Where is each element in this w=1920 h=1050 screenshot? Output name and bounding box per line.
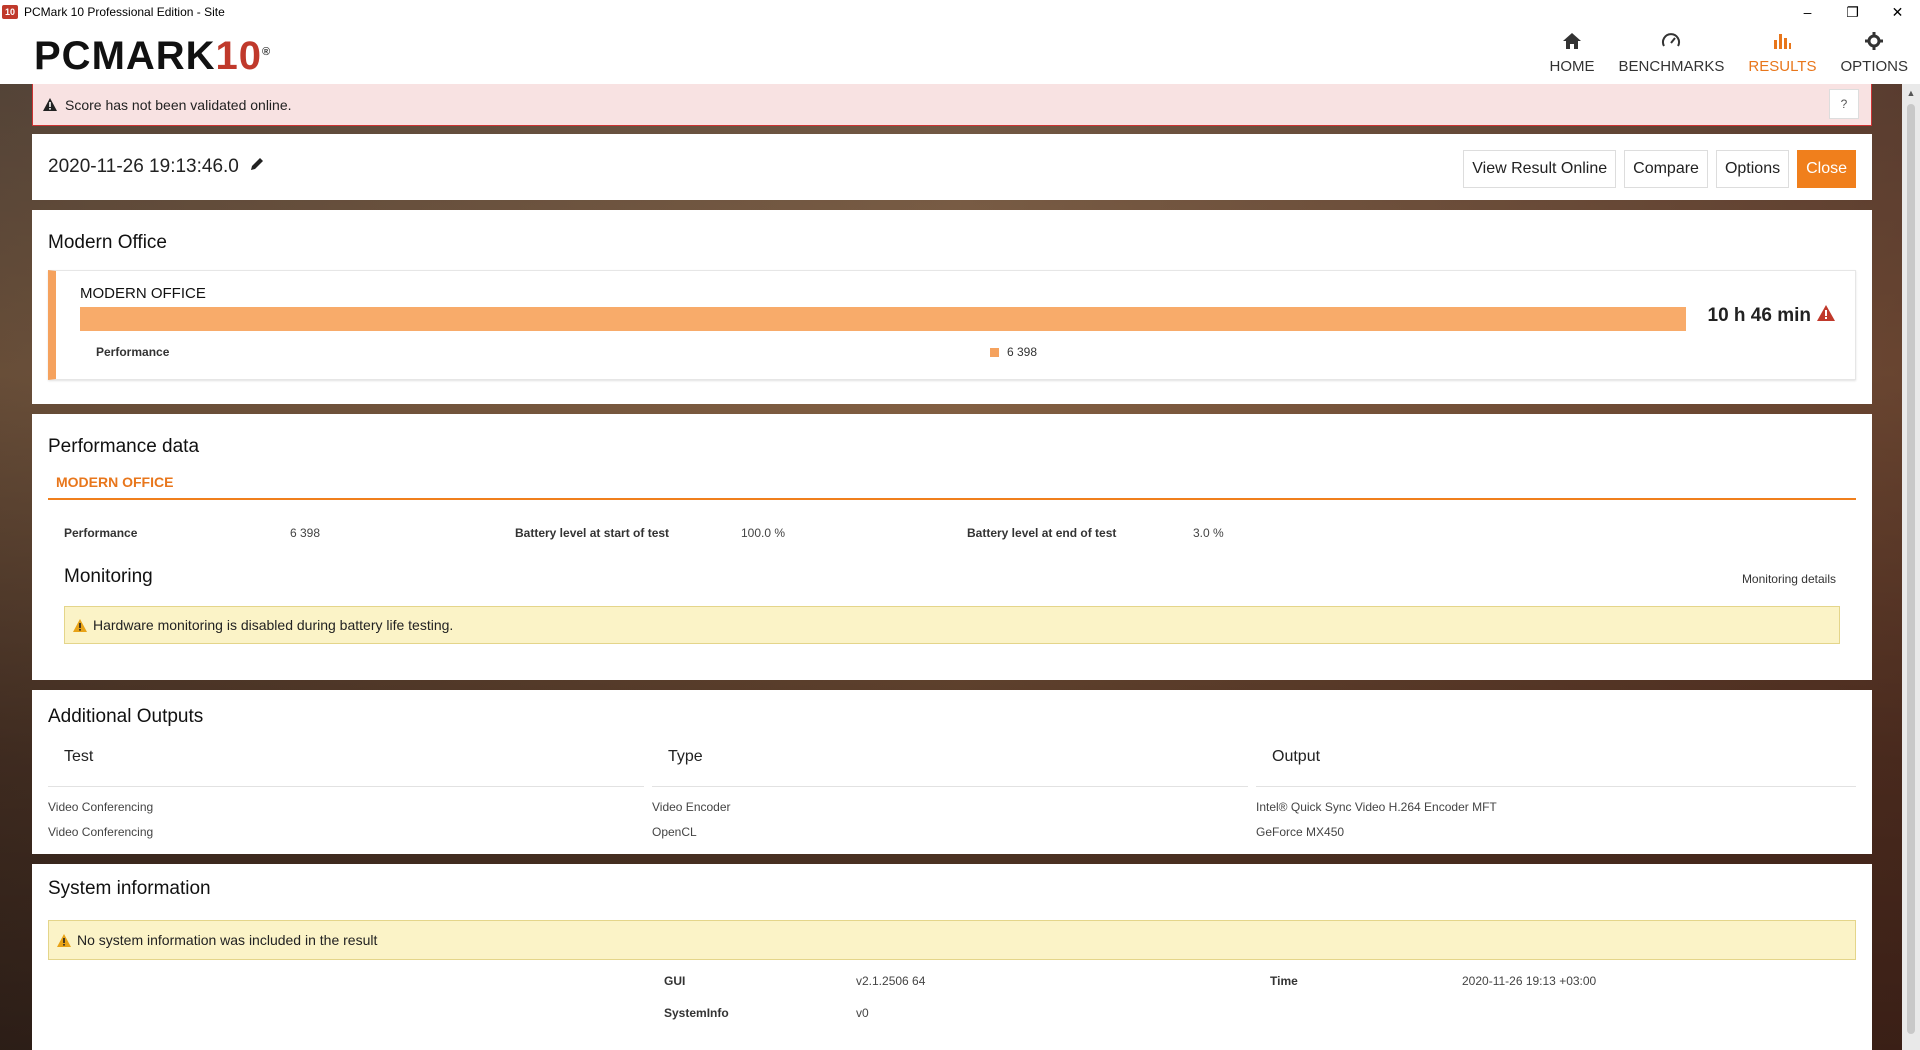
header-divider [48, 786, 644, 787]
tab-modern-office[interactable]: MODERN OFFICE [56, 474, 173, 490]
result-date-text: 2020-11-26 19:13:46.0 [48, 156, 239, 177]
time-value: 2020-11-26 19:13 +03:00 [1462, 974, 1597, 988]
minimize-button[interactable]: – [1785, 0, 1830, 24]
vertical-scrollbar[interactable]: ▲ [1902, 84, 1920, 1050]
performance-label: Performance [96, 345, 170, 359]
table-cell: OpenCL [652, 825, 697, 839]
header-divider [1256, 786, 1856, 787]
app-icon: 10 [2, 5, 18, 19]
scroll-thumb[interactable] [1907, 104, 1915, 1034]
performance-value: 6 398 [1007, 345, 1038, 359]
kv-value: 100.0 % [741, 526, 786, 540]
header-divider [652, 786, 1248, 787]
restore-button[interactable]: ❐ [1830, 0, 1875, 24]
logo-registered: ® [262, 46, 272, 58]
pcmark-logo: PCMARK10® [34, 36, 271, 76]
nav-results-label: RESULTS [1748, 58, 1817, 75]
monitoring-title: Monitoring [64, 566, 153, 587]
modern-office-panel: Modern Office MODERN OFFICE 10 h 46 min … [32, 210, 1872, 404]
bar-chart-icon [1772, 30, 1792, 52]
nav-options-label: OPTIONS [1840, 58, 1908, 75]
column-header-output: Output [1272, 748, 1321, 765]
score-value: 10 h 46 min [1707, 305, 1835, 327]
table-cell: Video Conferencing [48, 825, 154, 839]
logo-number: 10 [215, 34, 263, 78]
close-result-button[interactable]: Close [1797, 150, 1856, 188]
score-bar [80, 307, 1686, 331]
systeminfo-value: v0 [856, 1006, 869, 1020]
scroll-up-arrow-icon[interactable]: ▲ [1902, 84, 1920, 102]
system-information-panel: System information No system information… [32, 864, 1872, 1050]
gui-value: v2.1.2506 64 [856, 974, 926, 988]
table-cell: Intel® Quick Sync Video H.264 Encoder MF… [1256, 800, 1497, 814]
edit-pencil-icon[interactable] [249, 156, 265, 178]
title-bar: 10 PCMark 10 Professional Edition - Site… [0, 0, 1920, 24]
system-info-notice-text: No system information was included in th… [77, 932, 378, 948]
warning-icon [73, 618, 87, 632]
additional-outputs-title: Additional Outputs [48, 706, 204, 727]
additional-outputs-panel: Additional Outputs Test Type Output Vide… [32, 690, 1872, 854]
options-button[interactable]: Options [1715, 150, 1790, 188]
nav-home[interactable]: HOME [1538, 30, 1607, 84]
modern-office-card: MODERN OFFICE 10 h 46 min Performance 6 … [48, 270, 1856, 380]
monitoring-notice-text: Hardware monitoring is disabled during b… [93, 617, 454, 633]
home-icon [1562, 30, 1582, 52]
window-controls: – ❐ ✕ [1785, 0, 1920, 24]
result-date: 2020-11-26 19:13:46.0 [48, 156, 265, 178]
system-info-notice: No system information was included in th… [48, 920, 1856, 960]
system-information-title: System information [48, 878, 211, 899]
app-header: PCMARK10® HOME BENCHMARKS RESULTS OPTION… [0, 24, 1920, 84]
performance-data-panel: Performance data MODERN OFFICE Performan… [32, 414, 1872, 680]
kv-battery-end: Battery level at end of test 3.0 % [967, 526, 1224, 540]
nav-benchmarks[interactable]: BENCHMARKS [1607, 30, 1737, 84]
validation-alert: Score has not been validated online. ? [32, 84, 1872, 126]
score-warning-icon [1817, 305, 1835, 327]
close-window-button[interactable]: ✕ [1875, 0, 1920, 24]
gauge-icon [1661, 30, 1681, 52]
kv-battery-start: Battery level at start of test 100.0 % [515, 526, 785, 540]
kv-value: 3.0 % [1193, 526, 1224, 540]
performance-swatch [990, 347, 999, 357]
column-header-type: Type [668, 748, 703, 765]
compare-button[interactable]: Compare [1624, 150, 1708, 188]
modern-office-title: Modern Office [48, 232, 167, 253]
kv-label: Battery level at start of test [515, 526, 670, 540]
performance-data-title: Performance data [48, 436, 200, 457]
monitoring-notice: Hardware monitoring is disabled during b… [64, 606, 1840, 644]
help-button[interactable]: ? [1829, 89, 1859, 119]
time-label: Time [1270, 974, 1298, 988]
nav-home-label: HOME [1549, 58, 1595, 75]
main-nav: HOME BENCHMARKS RESULTS OPTIONS [1538, 30, 1920, 84]
window-title: PCMark 10 Professional Edition - Site [24, 5, 225, 19]
table-cell: GeForce MX450 [1256, 825, 1345, 839]
warning-icon [57, 933, 71, 947]
gui-label: GUI [664, 974, 686, 988]
performance-marker: 6 398 [990, 345, 1037, 359]
gear-icon [1865, 30, 1884, 52]
logo-text: PCMARK [34, 34, 216, 78]
result-header-panel: 2020-11-26 19:13:46.0 View Result Online… [32, 134, 1872, 200]
nav-results[interactable]: RESULTS [1736, 30, 1828, 84]
score-text: 10 h 46 min [1707, 305, 1812, 326]
nav-options[interactable]: OPTIONS [1828, 30, 1920, 84]
column-header-test: Test [64, 748, 94, 765]
nav-benchmarks-label: BENCHMARKS [1618, 58, 1725, 75]
table-cell: Video Conferencing [48, 800, 154, 814]
result-actions: View Result Online Compare Options Close [1463, 150, 1856, 188]
kv-value: 6 398 [290, 526, 321, 540]
kv-label: Battery level at end of test [967, 526, 1117, 540]
kv-performance: Performance 6 398 [64, 526, 320, 540]
kv-label: Performance [64, 526, 138, 540]
card-title: MODERN OFFICE [80, 285, 206, 302]
performance-tabs: MODERN OFFICE [48, 470, 1856, 500]
monitoring-details-link[interactable]: Monitoring details [1742, 572, 1836, 586]
alert-text: Score has not been validated online. [65, 96, 292, 113]
warning-icon [43, 98, 57, 111]
systeminfo-label: SystemInfo [664, 1006, 729, 1020]
table-cell: Video Encoder [652, 800, 731, 814]
view-result-online-button[interactable]: View Result Online [1463, 150, 1617, 188]
